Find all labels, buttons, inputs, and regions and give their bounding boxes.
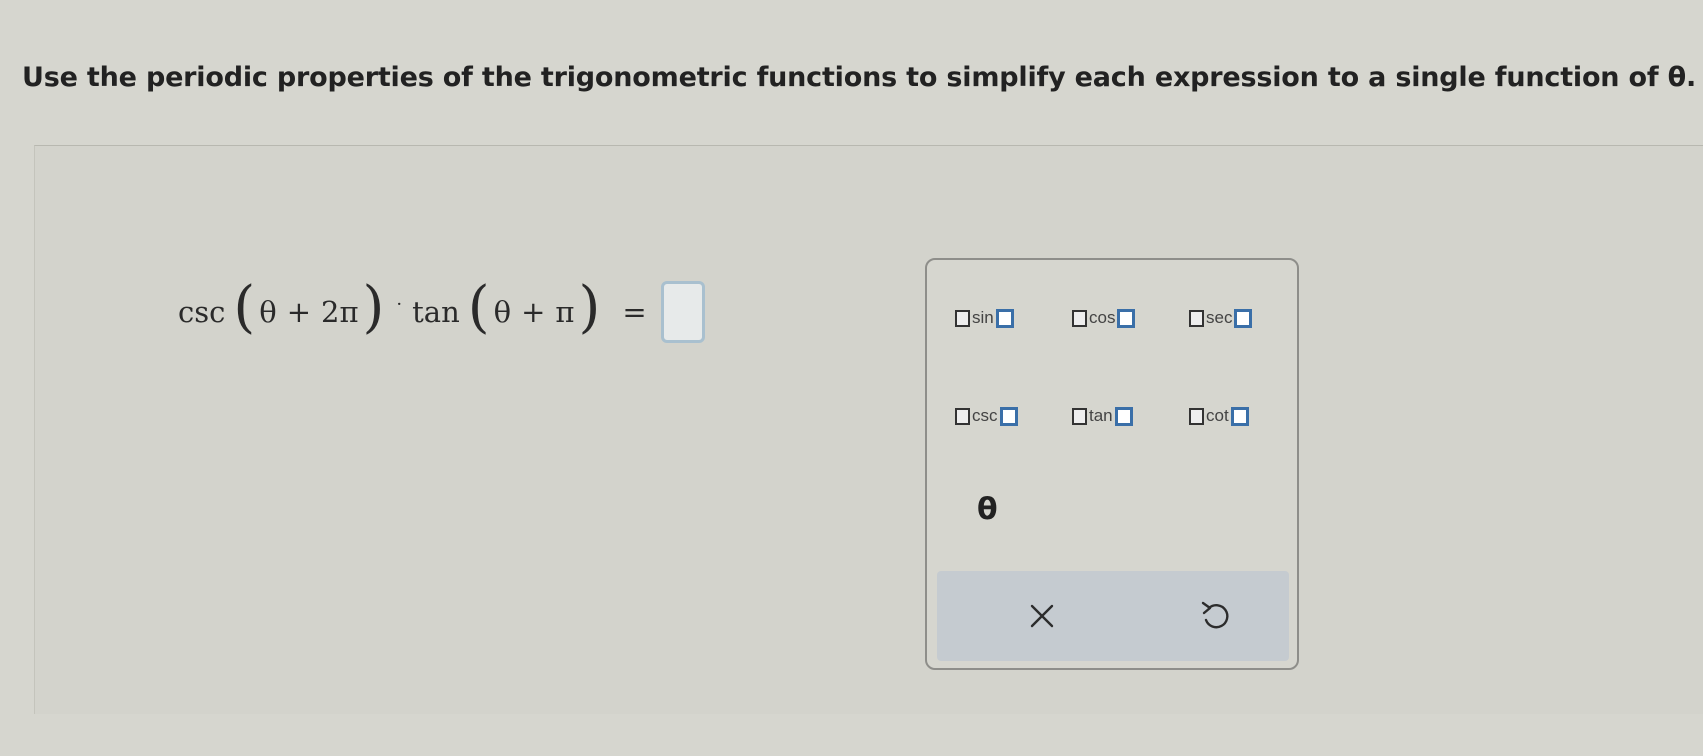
placeholder-square-icon [955,407,970,425]
argument-square-icon [1234,308,1253,328]
cos-button-label: cos [1089,308,1116,327]
csc-button-label: csc [972,406,998,425]
answer-input[interactable] [660,281,705,343]
csc-button[interactable]: csc [955,406,1018,426]
cot-button-label: cot [1206,406,1229,425]
instruction-text: Use the periodic properties of the trigo… [22,62,1697,93]
argument-square-icon [1114,406,1133,426]
argument-square-icon [1117,308,1136,328]
tan-button[interactable]: tan [1072,406,1133,426]
theta-variable: θ [493,295,512,329]
pi-constant: π [555,295,575,329]
tan-button-label: tan [1089,406,1113,425]
tan-function: tan [412,295,460,329]
theta-button[interactable]: θ [977,492,998,527]
clear-button[interactable] [1019,593,1065,643]
cot-button[interactable]: cot [1189,406,1249,426]
plus-sign: + [521,295,546,329]
cos-button[interactable]: cos [1072,308,1136,328]
argument-square-icon [999,406,1018,426]
csc-function: csc [178,295,226,329]
argument-square-icon [995,308,1014,328]
action-bar [937,571,1289,661]
close-paren: ) [578,275,601,340]
sin-button[interactable]: sin [955,308,1014,328]
placeholder-square-icon [1072,309,1087,327]
open-paren: ( [467,275,490,340]
expression: csc ( θ + 2π ) · tan ( θ + π ) = [178,272,705,352]
sec-button[interactable]: sec [1189,308,1253,328]
sec-button-label: sec [1206,308,1233,327]
plus-sign: + [286,295,312,329]
placeholder-square-icon [955,309,970,327]
argument-square-icon [1230,406,1249,426]
two-pi-constant: 2π [321,295,359,329]
placeholder-square-icon [1189,407,1204,425]
work-panel [34,145,1703,714]
undo-button[interactable] [1192,593,1238,643]
placeholder-square-icon [1189,309,1204,327]
theta-variable: θ [259,295,277,329]
multiply-dot: · [396,293,403,315]
equals-sign: = [622,295,647,329]
placeholder-square-icon [1072,407,1087,425]
open-paren: ( [233,275,256,340]
undo-icon [1201,601,1229,629]
sin-button-label: sin [972,308,994,327]
close-paren: ) [362,275,385,340]
math-palette: sin cos sec csc tan cot θ [925,258,1299,670]
close-icon [1030,604,1054,628]
